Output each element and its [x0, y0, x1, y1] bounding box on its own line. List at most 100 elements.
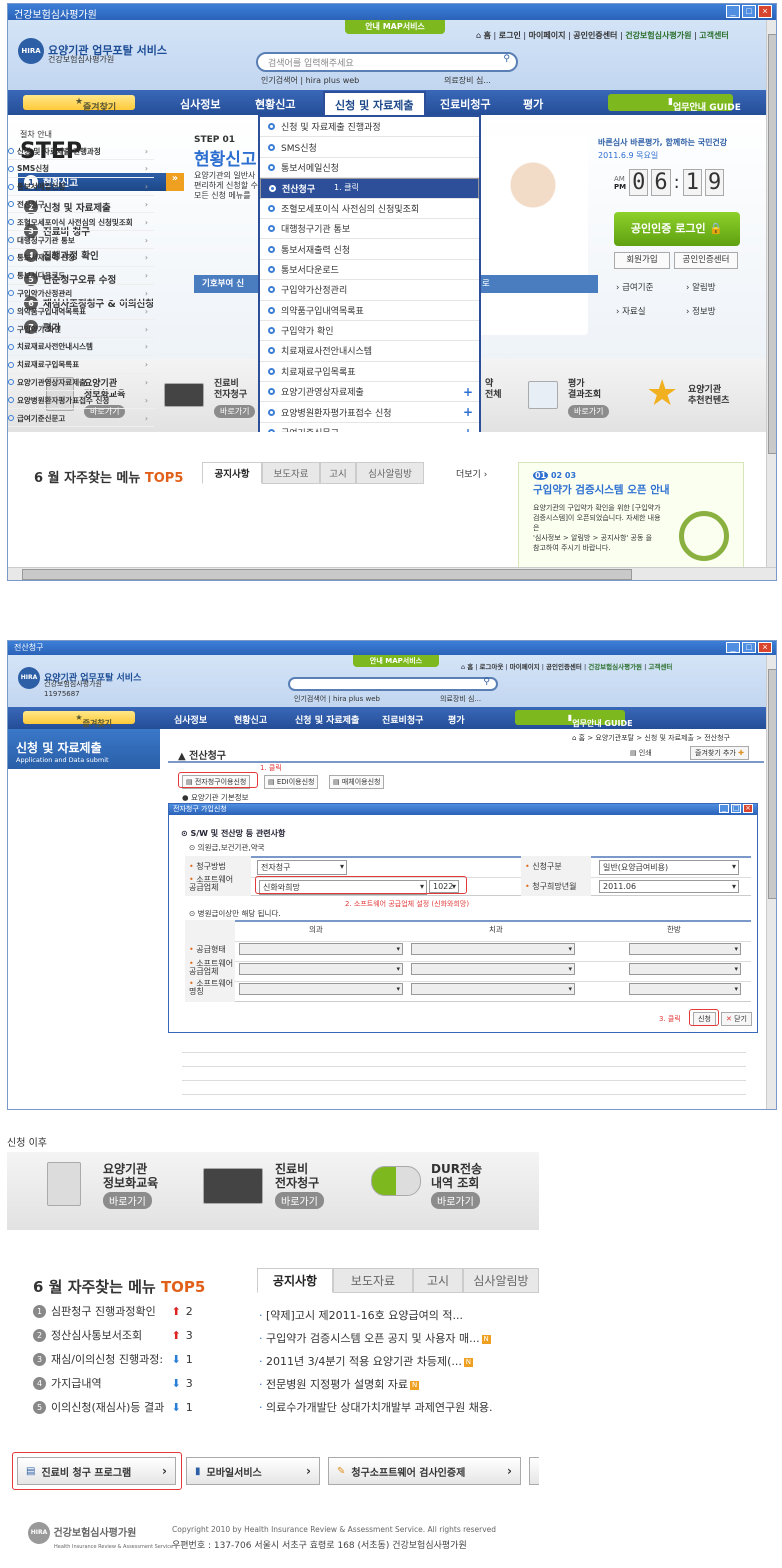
nav-item-billing[interactable]: 진료비청구 — [440, 96, 491, 112]
dropdown-item[interactable]: 요양기관영상자료제출 + — [260, 382, 479, 403]
dropdown-item[interactable]: 신청 및 자료제출 진행과정 — [260, 117, 479, 138]
promo-page-1[interactable]: 01 — [533, 471, 549, 480]
dialog-maximize[interactable]: □ — [731, 804, 741, 813]
guide-button[interactable]: ▮ 업무안내 GUIDE — [515, 710, 633, 728]
site-logo[interactable]: HIRA 요양기관 업무포탈 서비스 건강보험심사평가원 — [18, 38, 167, 64]
quick-ebill-go[interactable]: 바로가기 — [214, 405, 256, 418]
popular-keyword-2[interactable]: 의료장비 심... — [440, 694, 481, 704]
nav-item-application[interactable]: 신청 및 자료제출 — [295, 713, 359, 726]
hospital-select[interactable]: ▾ — [411, 963, 575, 975]
expand-icon[interactable]: + — [463, 405, 473, 419]
popular-keywords[interactable]: 인기검색어 | hira plus web — [294, 694, 380, 704]
mypage-link[interactable]: 마이페이지 — [510, 663, 540, 671]
tab-review-notice[interactable]: 심사알림방 — [463, 1268, 539, 1293]
hira-link[interactable]: 건강보험심사평가원 — [625, 31, 691, 40]
close-button[interactable]: × — [758, 642, 772, 653]
hira-link[interactable]: 건강보험심사평가원 — [588, 663, 642, 671]
apply-type-select[interactable]: 일반(요양급여비용) ▾ — [599, 860, 739, 875]
tab-press[interactable]: 보도자료 — [262, 462, 320, 484]
dropdown-item[interactable]: SMS신청 — [260, 137, 479, 158]
info-room-link[interactable]: › 정보방 — [686, 305, 756, 317]
sidebar-item[interactable]: 통보서메일신청 › — [8, 179, 154, 196]
favorites-button[interactable]: ★ 즐겨찾기 — [23, 95, 135, 113]
expand-icon[interactable]: + — [463, 385, 473, 399]
tab-notice[interactable]: 공지사항 — [257, 1268, 333, 1293]
guide-button[interactable]: ▮ 업무안내 GUIDE — [608, 94, 741, 113]
search-icon[interactable]: ⚲ — [483, 677, 490, 687]
dialog-close[interactable]: × — [743, 804, 753, 813]
cert-login-button[interactable]: 공인인증 로그인 🔒 — [614, 212, 740, 246]
nav-item-evaluation[interactable]: 평가 — [448, 713, 465, 726]
login-link[interactable]: 로그인 — [499, 31, 521, 40]
tab-review-notice[interactable]: 심사알림방 — [356, 462, 424, 484]
close-dialog-button[interactable]: ✕ 닫기 — [721, 1012, 752, 1026]
software-cert-button[interactable]: ✎ 청구소프트웨어 검사인증제 › — [328, 1457, 521, 1485]
map-service-button[interactable]: 안내 MAP서비스 — [353, 655, 439, 667]
dropdown-item[interactable]: 구입약가 확인 — [260, 321, 479, 342]
hospital-select[interactable]: ▾ — [629, 963, 741, 975]
dropdown-item[interactable]: 조혈모세포이식 사전심의 신청및조회 — [260, 199, 479, 219]
customer-center-link[interactable]: 고객센터 — [648, 663, 672, 671]
quick-recommend-label[interactable]: 요양기관 추천컨텐츠 — [688, 385, 729, 407]
sidebar-item[interactable]: 요양기관영상자료제출 › — [8, 374, 154, 392]
top5-row[interactable]: 3 재심/이의신청 진행과정: ⬇ 1 — [33, 1351, 193, 1367]
quick-edu-go[interactable]: 바로가기 — [103, 1192, 152, 1209]
top5-row[interactable]: 2 정산심사통보서조회 ⬆ 3 — [33, 1327, 193, 1343]
sidebar-item[interactable]: 요양병원환자평가표접수 신청 › — [8, 392, 154, 410]
promo-box[interactable]: 01 02 03 구입약가 검증시스템 오픈 안내 요양기관의 구입약가 확인을… — [518, 462, 744, 580]
partial-button[interactable] — [529, 1457, 539, 1485]
quick-eval-go[interactable]: 바로가기 — [568, 405, 610, 418]
mypage-link[interactable]: 마이페이지 — [529, 31, 566, 40]
sidebar-item[interactable]: 조혈모세포이식 사전심의 신청및조회 › — [8, 214, 154, 232]
dropdown-item[interactable]: 전산청구 — [260, 178, 479, 199]
add-favorite-button[interactable]: 즐겨찾기 추가 ✚ — [690, 746, 749, 760]
nav-item-status[interactable]: 현황신고 — [255, 96, 295, 112]
maximize-button[interactable]: □ — [742, 5, 756, 18]
top5-row[interactable]: 1 심판청구 진행과정확인 ⬆ 2 — [33, 1303, 193, 1319]
notice-item[interactable]: · 전문병원 지정평가 설명회 자료 N — [259, 1376, 539, 1392]
tab-notice[interactable]: 공지사항 — [202, 462, 262, 484]
nav-item-review[interactable]: 심사정보 — [174, 713, 207, 726]
search-input[interactable]: ⚲ — [288, 677, 498, 691]
quick-ebill-go[interactable]: 바로가기 — [275, 1192, 324, 1209]
dropdown-item[interactable]: 치료재료사전안내시스템 — [260, 341, 479, 362]
popular-keyword-2[interactable]: 의료장비 심... — [444, 75, 491, 86]
nav-item-billing[interactable]: 진료비청구 — [382, 713, 423, 726]
edi-apply-button[interactable]: ▤ EDI이용신청 — [264, 775, 319, 789]
hospital-select[interactable]: ▾ — [629, 943, 741, 955]
dropdown-item[interactable]: 통보서재출력 신청 — [260, 239, 479, 260]
sidebar-item[interactable]: 치료재료사전안내시스템 › — [8, 339, 154, 356]
sidebar-item[interactable]: 구입약가산정관리 › — [8, 285, 154, 303]
desired-month-input[interactable]: 2011.06 ▾ — [599, 880, 739, 893]
vertical-scrollbar[interactable] — [766, 20, 776, 567]
dropdown-item[interactable]: 통보서메일신청 — [260, 158, 479, 179]
notice-item[interactable]: · 의료수가개발단 상대가치개발부 과제연구원 채용. — [259, 1399, 539, 1415]
dialog-minimize[interactable]: _ — [719, 804, 729, 813]
hospital-select[interactable]: ▾ — [239, 943, 403, 955]
dropdown-item[interactable]: 대행청구기관 통보 — [260, 219, 479, 240]
sidebar-item[interactable]: SMS신청 › — [8, 161, 154, 178]
sidebar-item[interactable]: 대행청구기관 통보 › — [8, 232, 154, 249]
nav-item-application[interactable]: 신청 및 자료제출 — [323, 91, 426, 115]
map-service-button[interactable]: 안내 MAP서비스 — [345, 20, 445, 34]
hospital-select[interactable]: ▾ — [239, 983, 403, 995]
dropdown-item[interactable]: 구입약가산정관리 — [260, 280, 479, 301]
sidebar-item[interactable]: 구입약가 확인 › — [8, 321, 154, 338]
notice-room-link[interactable]: › 알림방 — [686, 281, 756, 293]
notice-item[interactable]: · 2011년 3/4분기 적용 요양기관 차등제(... N — [259, 1353, 539, 1369]
sidebar-item[interactable]: 전산청구 › — [8, 196, 154, 214]
cert-center-link[interactable]: 공인인증센터 — [573, 31, 617, 40]
sidebar-item[interactable]: 통보서다운로드 › — [8, 268, 154, 285]
dropdown-item[interactable]: 치료재료구입목록표 — [260, 362, 479, 383]
dropdown-item[interactable]: 의약품구입내역목록표 — [260, 301, 479, 321]
print-button[interactable]: ▤ 인쇄 — [630, 748, 652, 758]
minimize-button[interactable]: _ — [726, 5, 740, 18]
hospital-select[interactable]: ▾ — [239, 963, 403, 975]
maximize-button[interactable]: □ — [742, 642, 756, 653]
vertical-scrollbar[interactable] — [766, 655, 776, 1109]
dropdown-item[interactable]: 통보서다운로드 — [260, 260, 479, 281]
minimize-button[interactable]: _ — [726, 642, 740, 653]
hospital-select[interactable]: ▾ — [411, 983, 575, 995]
promo-page-2[interactable]: 02 — [551, 471, 562, 480]
nav-item-status[interactable]: 현황신고 — [234, 713, 267, 726]
